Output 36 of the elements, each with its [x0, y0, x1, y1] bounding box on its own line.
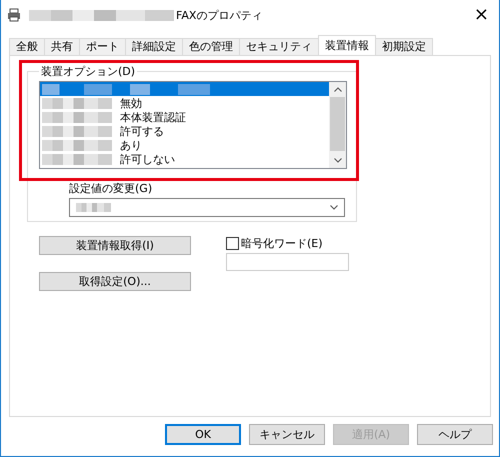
dialog-button[interactable]: キャンセル: [249, 424, 325, 445]
window-title: FAXのプロパティ: [176, 8, 262, 22]
value-dropdown[interactable]: [69, 198, 345, 217]
group-label: 装置オプション(D): [40, 64, 136, 79]
checkbox-label: 暗号化ワード(E): [241, 236, 323, 251]
dialog-button[interactable]: OK: [165, 424, 241, 445]
tab[interactable]: 色の管理: [182, 38, 240, 55]
checkbox[interactable]: [226, 237, 239, 250]
tab[interactable]: セキュリティ: [239, 38, 319, 55]
option-value: 本体装置認証: [120, 110, 186, 124]
dialog-button[interactable]: ヘルプ: [417, 424, 493, 445]
chevron-down-icon[interactable]: [330, 205, 338, 210]
list-row[interactable]: 許可しない: [40, 152, 329, 166]
scroll-down-icon[interactable]: [334, 158, 342, 163]
option-value: あり: [120, 138, 142, 152]
option-value: 許可しない: [120, 152, 175, 166]
action-button[interactable]: 装置情報取得(I): [39, 236, 191, 255]
tab[interactable]: 共有: [44, 38, 80, 55]
field-label: 設定値の変更(G): [69, 181, 154, 196]
scrollbar[interactable]: [329, 82, 346, 168]
option-value: 許可する: [120, 124, 164, 138]
printer-icon: [7, 8, 21, 22]
action-button[interactable]: 取得設定(O)...: [39, 272, 191, 291]
close-button[interactable]: ×: [474, 5, 489, 25]
list-row[interactable]: 本体装置認証: [40, 110, 329, 124]
list-row[interactable]: 無効: [40, 96, 329, 110]
option-value: 無効: [120, 96, 142, 110]
password-field[interactable]: [226, 253, 349, 271]
tab[interactable]: 初期設定: [375, 38, 433, 55]
option-list[interactable]: 無効 本体装置認証 許可する あり 許可しない: [39, 81, 347, 169]
list-row[interactable]: あり: [40, 138, 329, 152]
scroll-up-icon[interactable]: [334, 87, 342, 92]
tab[interactable]: 詳細設定: [125, 38, 183, 55]
tab[interactable]: 全般: [9, 38, 45, 55]
tab[interactable]: ポート: [79, 38, 126, 55]
list-row[interactable]: 許可する: [40, 124, 329, 138]
